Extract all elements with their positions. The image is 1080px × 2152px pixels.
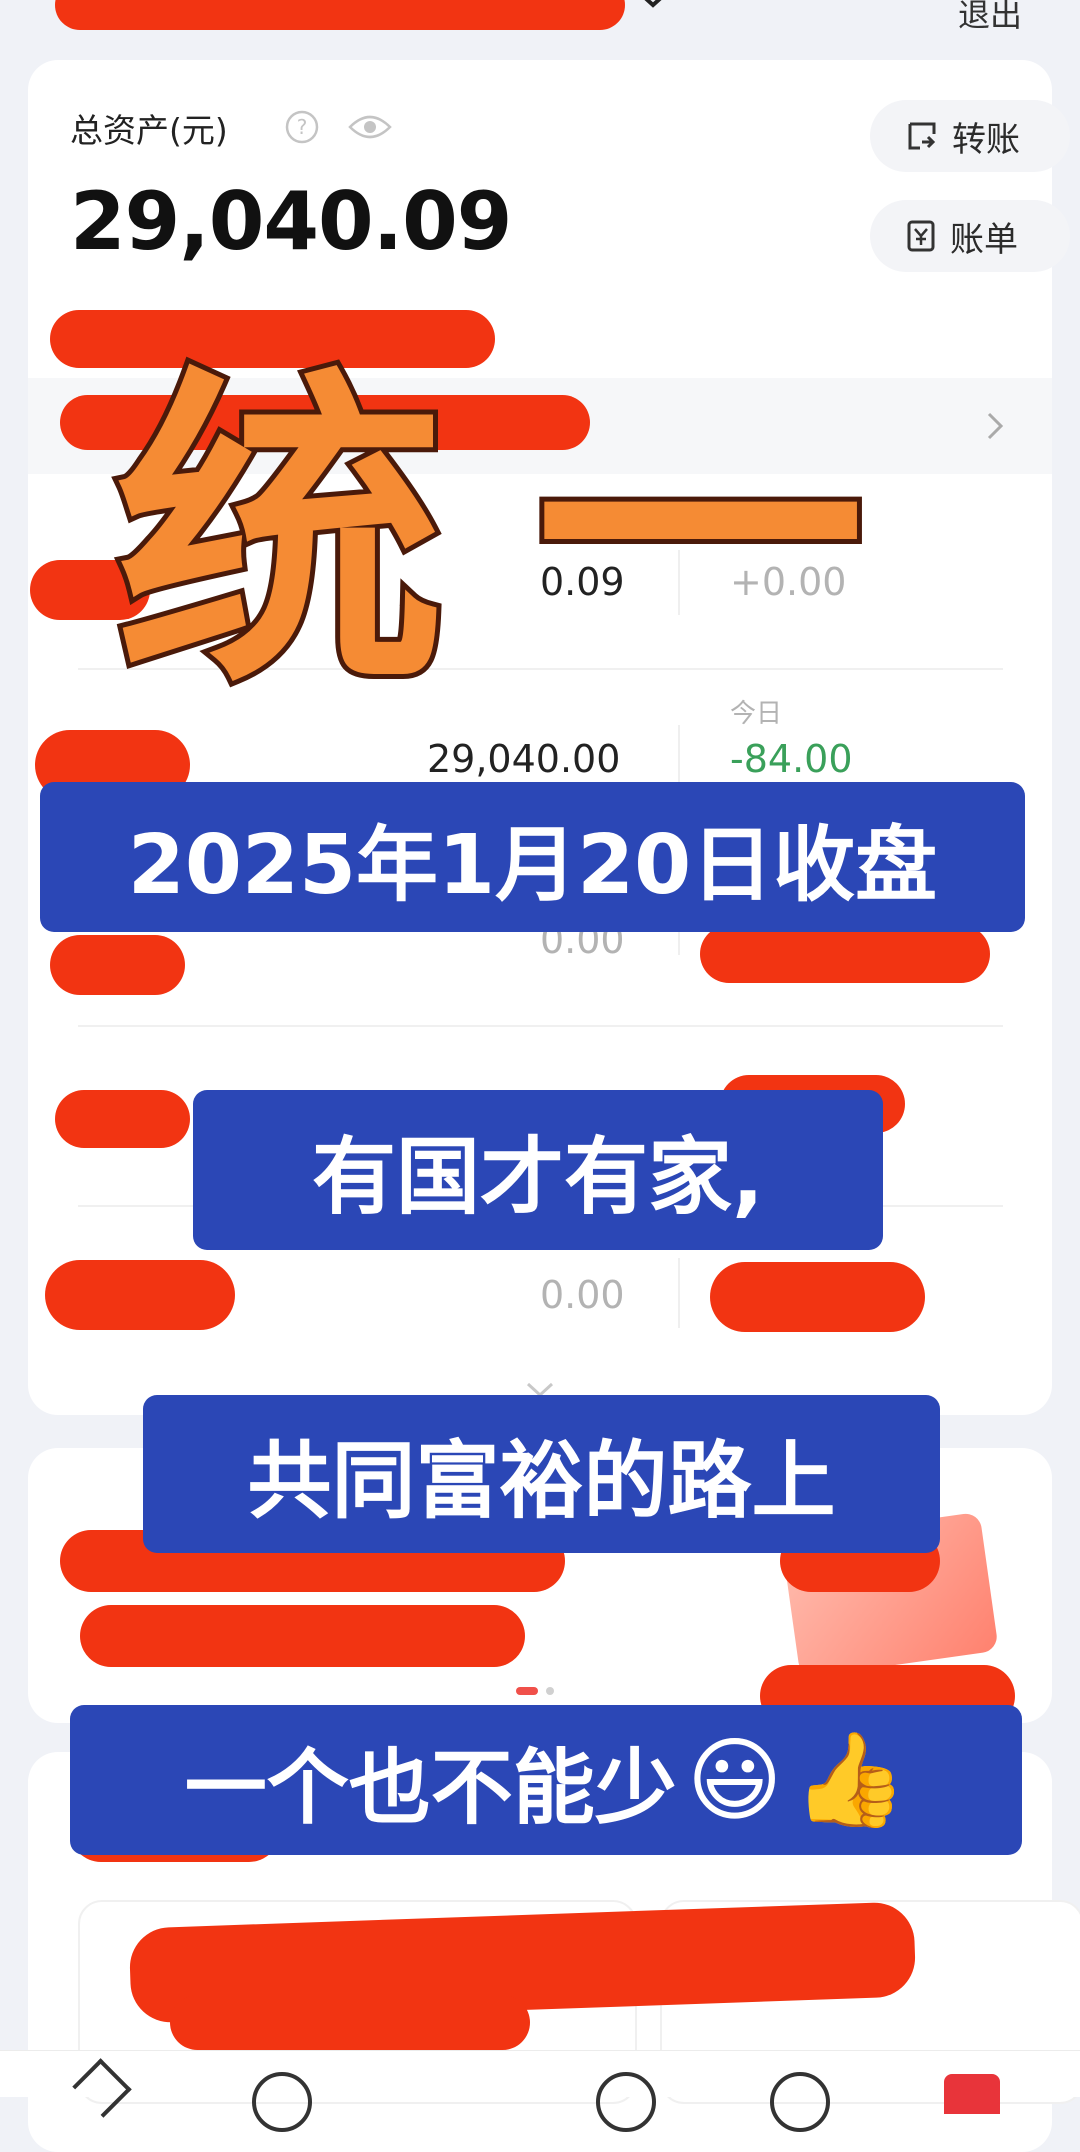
transfer-button[interactable]: 转账	[870, 100, 1070, 172]
total-assets-label: 总资产(元)	[70, 111, 228, 150]
thumbs-up-emoji-icon: 👍	[792, 1726, 908, 1833]
slogan-line-3: 一个也不能少 😃 👍	[70, 1705, 1022, 1855]
redaction-scribble	[45, 1260, 235, 1330]
dropdown-chevron-icon[interactable]	[640, 0, 666, 12]
redaction-scribble	[170, 1995, 530, 2050]
row-4-divider	[678, 1258, 680, 1328]
redaction-scribble	[55, 0, 625, 30]
redaction-scribble	[710, 1262, 925, 1332]
row-2-amount: 29,040.00	[427, 737, 621, 781]
transfer-label: 转账	[952, 119, 1020, 160]
bill-button[interactable]: 账单	[870, 200, 1070, 272]
redaction-scribble	[80, 1605, 525, 1667]
top-bar: 退出	[0, 0, 1080, 55]
carousel-dot-active	[516, 1687, 538, 1695]
nav-tab-icon[interactable]	[596, 2072, 656, 2132]
nav-tab-icon[interactable]	[770, 2072, 830, 2132]
help-icon[interactable]: ?	[285, 110, 319, 144]
carousel-dot	[546, 1687, 554, 1695]
total-assets-value: 29,040.09	[70, 175, 512, 268]
slogan-line-1: 有国才有家,	[193, 1090, 883, 1250]
transfer-icon	[906, 120, 938, 152]
date-banner: 2025年1月20日收盘	[40, 782, 1025, 932]
redaction-scribble	[700, 925, 990, 983]
bill-icon	[906, 219, 936, 253]
svg-text:?: ?	[297, 115, 308, 139]
eye-icon[interactable]	[348, 112, 392, 142]
nav-tab-icon[interactable]	[252, 2072, 312, 2132]
row-separator	[78, 1025, 1003, 1027]
redaction-scribble	[50, 935, 185, 995]
nav-mine-icon[interactable]	[944, 2074, 1000, 2114]
bill-label: 账单	[950, 219, 1018, 260]
slogan-line-2: 共同富裕的路上	[143, 1395, 940, 1553]
row-4-amount: 0.00	[540, 1273, 625, 1317]
bottom-nav	[0, 2050, 1080, 2097]
smile-emoji-icon: 😃	[686, 1726, 783, 1834]
chevron-right-icon[interactable]	[985, 410, 1005, 442]
row-2-change: -84.00	[730, 737, 853, 781]
slogan-line-3-text: 一个也不能少	[184, 1740, 677, 1836]
logout-link[interactable]: 退出	[958, 0, 1022, 36]
overlay-title: 统一	[110, 343, 955, 727]
redaction-scribble	[55, 1090, 190, 1148]
